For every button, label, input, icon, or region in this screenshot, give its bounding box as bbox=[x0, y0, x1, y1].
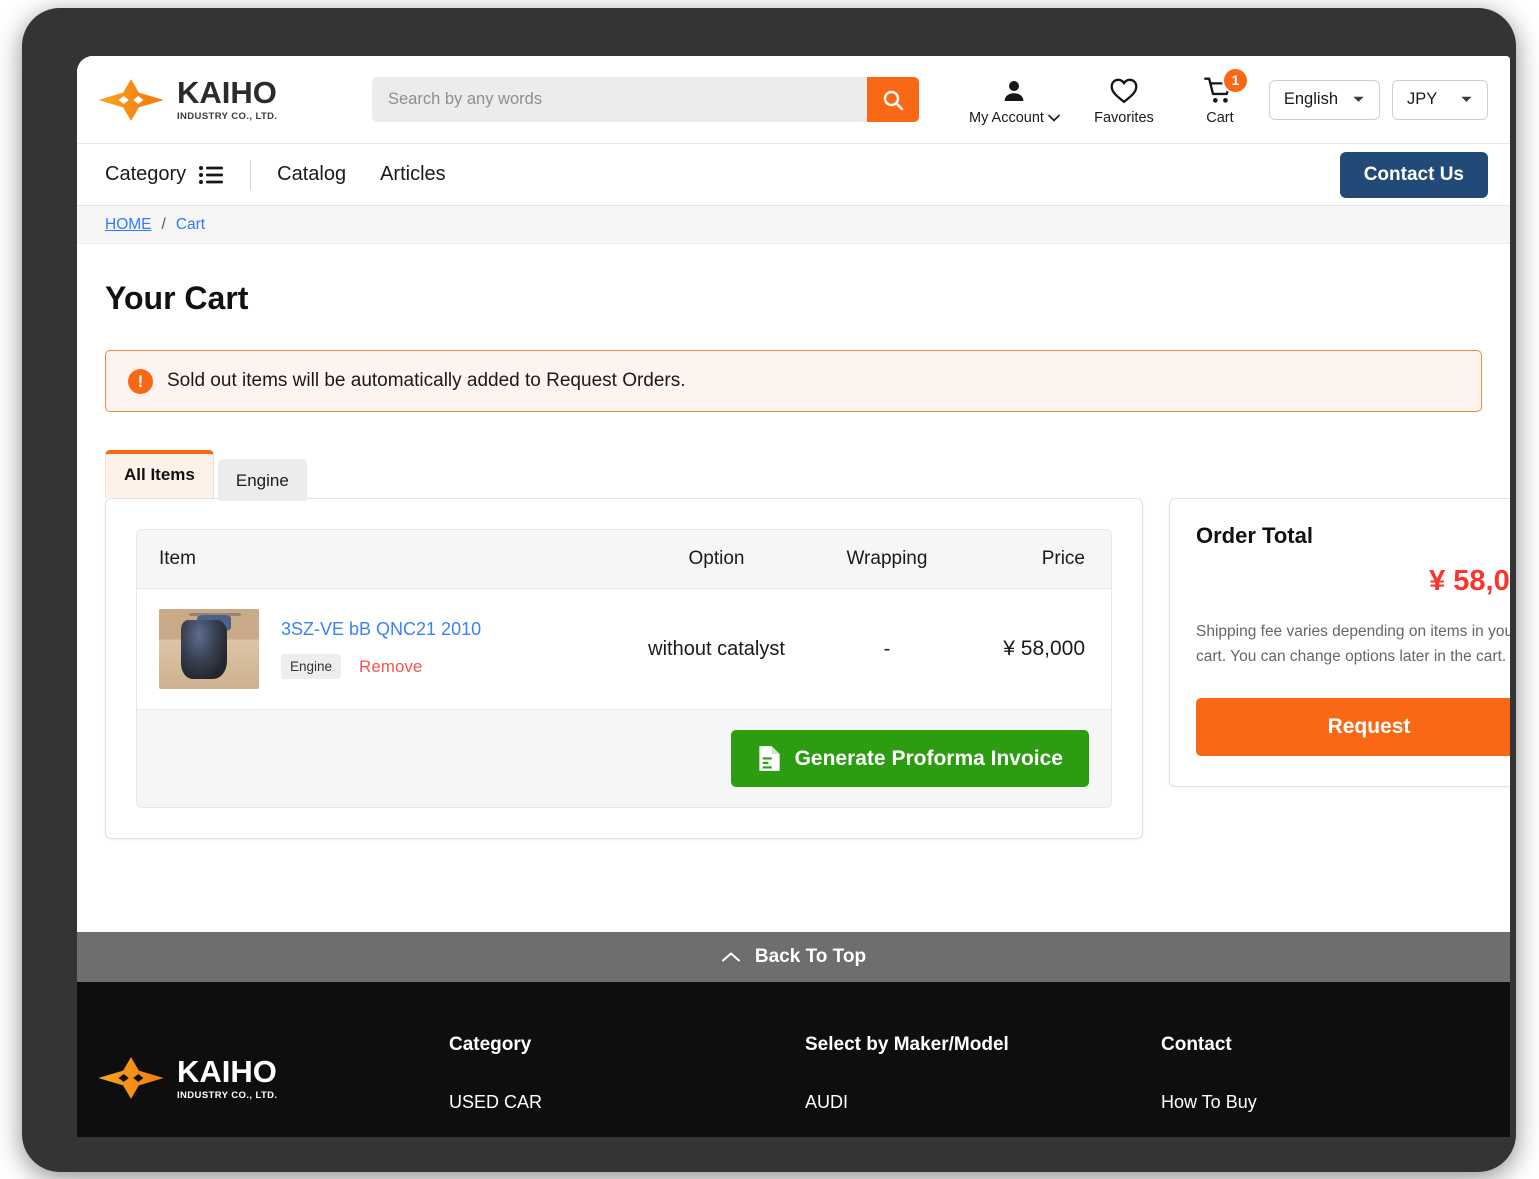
nav-link-catalog[interactable]: Catalog bbox=[277, 163, 346, 186]
cell-option: without catalyst bbox=[614, 588, 819, 710]
cart-layout: Item Option Wrapping Price 3SZ-VE bB QNC… bbox=[105, 498, 1510, 839]
my-account-menu[interactable]: My Account bbox=[953, 74, 1076, 126]
header-wrapping: Wrapping bbox=[818, 530, 956, 589]
item-title-link[interactable]: 3SZ-VE bB QNC21 2010 bbox=[281, 619, 481, 640]
cart-items-card: Item Option Wrapping Price 3SZ-VE bB QNC… bbox=[136, 529, 1112, 808]
nav-link-articles[interactable]: Articles bbox=[380, 163, 446, 186]
cart-link[interactable]: 1 Cart bbox=[1172, 66, 1268, 126]
language-select[interactable]: English bbox=[1268, 79, 1380, 120]
kaiho-diamond-logo-icon bbox=[98, 1057, 164, 1099]
cell-wrapping: - bbox=[818, 588, 956, 710]
locale-selectors: English JPY bbox=[1268, 79, 1488, 120]
browser-viewport: KAIHO INDUSTRY CO., LTD. Search by any w… bbox=[77, 56, 1510, 1137]
header-icon-group: My Account Favorites 1 Cart bbox=[953, 66, 1268, 126]
nav-category-label: Category bbox=[105, 163, 187, 185]
brand-subtitle: INDUSTRY CO., LTD. bbox=[177, 111, 278, 122]
cart-tabs: All Items Engine bbox=[105, 450, 1482, 501]
sold-out-alert: ! Sold out items will be automatically a… bbox=[105, 350, 1482, 412]
currency-select[interactable]: JPY bbox=[1392, 79, 1488, 120]
footer-brand-name: KAIHO bbox=[177, 1054, 277, 1089]
footer-brand-subtitle: INDUSTRY CO., LTD. bbox=[177, 1090, 278, 1101]
search-icon bbox=[883, 90, 904, 110]
kaiho-diamond-logo-icon bbox=[98, 78, 164, 121]
search-input[interactable] bbox=[372, 77, 867, 122]
cell-price: ¥ 58,000 bbox=[955, 588, 1111, 710]
tab-engine[interactable]: Engine bbox=[217, 459, 307, 501]
search-bar bbox=[372, 77, 919, 122]
order-total-title: Order Total bbox=[1196, 523, 1313, 548]
cell-item: 3SZ-VE bB QNC21 2010 Engine Remove bbox=[137, 588, 615, 710]
list-menu-icon bbox=[199, 165, 224, 184]
back-to-top-button[interactable]: Back To Top bbox=[77, 932, 1510, 982]
site-header: KAIHO INDUSTRY CO., LTD. Search by any w… bbox=[77, 56, 1510, 144]
nav-category-menu[interactable]: Category bbox=[105, 163, 224, 186]
cart-count-badge: 1 bbox=[1221, 66, 1249, 94]
header-price: Price bbox=[955, 530, 1111, 589]
breadcrumb-home-link[interactable]: HOME bbox=[105, 216, 152, 234]
main-content: Your Cart ! Sold out items will be autom… bbox=[77, 280, 1510, 839]
footer-heading-contact: Contact bbox=[1161, 1034, 1232, 1055]
tab-all-items[interactable]: All Items bbox=[105, 450, 214, 498]
item-category-chip: Engine bbox=[281, 654, 342, 679]
brand-logo-link[interactable]: KAIHO INDUSTRY CO., LTD. bbox=[97, 77, 359, 122]
footer-heading-category: Category bbox=[449, 1034, 532, 1055]
order-total-note: Shipping fee varies depending on items i… bbox=[1196, 623, 1510, 665]
my-account-text: My Account bbox=[969, 109, 1044, 126]
item-thumbnail[interactable] bbox=[159, 609, 259, 689]
footer-link-audi[interactable]: AUDI bbox=[805, 1092, 1161, 1113]
footer-column-category: Category USED CAR bbox=[449, 1034, 805, 1137]
site-footer: KAIHO INDUSTRY CO., LTD. Category USED C… bbox=[77, 982, 1510, 1137]
search-submit-button[interactable] bbox=[867, 77, 919, 122]
back-to-top-label: Back To Top bbox=[754, 946, 867, 967]
table-header-row: Item Option Wrapping Price bbox=[137, 530, 1111, 589]
language-value: English bbox=[1283, 90, 1338, 108]
contact-us-button[interactable]: Contact Us bbox=[1339, 151, 1488, 198]
footer-heading-maker: Select by Maker/Model bbox=[805, 1034, 1009, 1055]
remove-item-link[interactable]: Remove bbox=[359, 657, 422, 677]
exclamation-circle-icon: ! bbox=[128, 368, 153, 394]
cart-card-footer: Generate Proforma Invoice bbox=[137, 710, 1111, 807]
primary-navigation: Category Catalog Articles Contact Us bbox=[77, 144, 1510, 206]
cart-items-panel: Item Option Wrapping Price 3SZ-VE bB QNC… bbox=[105, 498, 1143, 839]
chevron-up-icon bbox=[721, 952, 740, 962]
heart-icon bbox=[1109, 74, 1139, 108]
nav-divider bbox=[250, 159, 252, 190]
footer-column-contact: Contact How To Buy bbox=[1161, 1034, 1461, 1137]
chevron-down-icon bbox=[1461, 96, 1472, 102]
user-circle-icon bbox=[999, 74, 1029, 108]
favorites-label: Favorites bbox=[1094, 109, 1154, 126]
chevron-down-icon bbox=[1353, 96, 1364, 102]
my-account-label: My Account bbox=[969, 110, 1060, 126]
chevron-down-icon bbox=[1048, 114, 1060, 122]
cart-label: Cart bbox=[1206, 109, 1234, 126]
cart-table: Item Option Wrapping Price 3SZ-VE bB QNC… bbox=[137, 530, 1111, 710]
request-button[interactable]: Request bbox=[1196, 697, 1510, 756]
breadcrumb-separator: / bbox=[161, 215, 166, 233]
table-row: 3SZ-VE bB QNC21 2010 Engine Remove witho… bbox=[137, 588, 1111, 710]
currency-value: JPY bbox=[1407, 90, 1438, 108]
order-total-amount: ¥ 58,000 bbox=[1429, 565, 1510, 597]
page-title: Your Cart bbox=[105, 280, 249, 316]
alert-message: Sold out items will be automatically add… bbox=[167, 370, 686, 391]
device-bezel: KAIHO INDUSTRY CO., LTD. Search by any w… bbox=[22, 8, 1516, 1172]
footer-link-used-car[interactable]: USED CAR bbox=[449, 1092, 805, 1113]
footer-link-how-to-buy[interactable]: How To Buy bbox=[1161, 1092, 1461, 1113]
footer-brand[interactable]: KAIHO INDUSTRY CO., LTD. bbox=[97, 1034, 449, 1137]
brand-name: KAIHO bbox=[177, 75, 277, 110]
generate-proforma-invoice-button[interactable]: Generate Proforma Invoice bbox=[730, 730, 1089, 787]
invoice-button-label: Generate Proforma Invoice bbox=[794, 746, 1063, 770]
header-option: Option bbox=[614, 530, 819, 589]
order-total-card: Order Total ¥ 58,000 Shipping fee varies… bbox=[1169, 498, 1510, 787]
footer-column-maker: Select by Maker/Model AUDI bbox=[805, 1034, 1161, 1137]
header-item: Item bbox=[137, 530, 615, 589]
favorites-link[interactable]: Favorites bbox=[1076, 74, 1172, 126]
document-invoice-icon bbox=[758, 746, 780, 771]
breadcrumb: HOME / Cart bbox=[77, 206, 1510, 244]
breadcrumb-current[interactable]: Cart bbox=[176, 216, 205, 234]
